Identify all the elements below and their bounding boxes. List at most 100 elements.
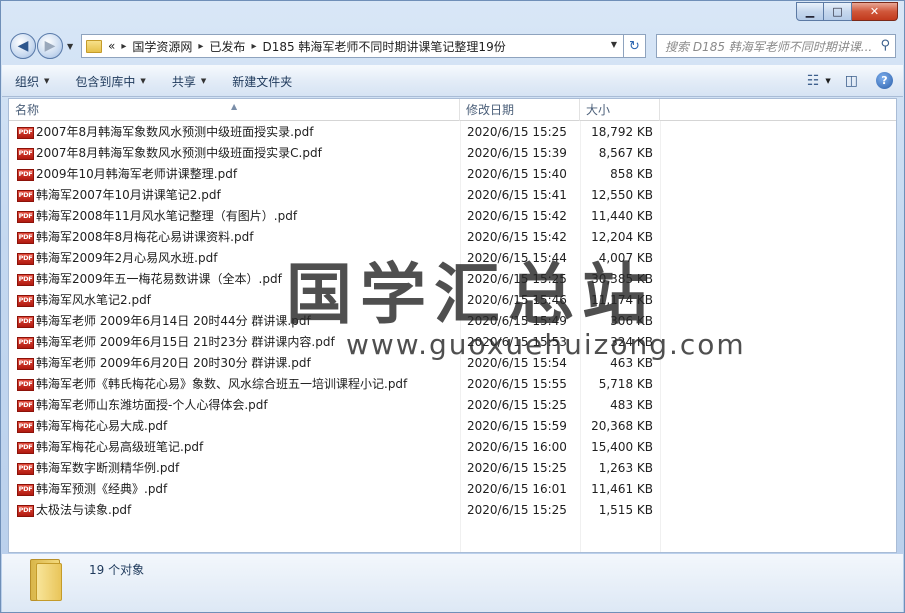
column-header-name[interactable]: 名称 ▲ (9, 99, 460, 121)
file-row[interactable]: PDF 韩海军2009年五一梅花易数讲课（全本）.pdf 2020/6/15 15:… (9, 269, 896, 290)
preview-pane-icon[interactable]: ◫ (845, 73, 858, 89)
file-modified-date: 2020/6/15 15:46 (467, 293, 567, 307)
breadcrumb-separator-icon[interactable]: ▸ (121, 41, 126, 52)
back-button[interactable]: ◀ (10, 33, 36, 59)
file-modified-date: 2020/6/15 15:39 (467, 146, 567, 160)
file-size: 18,792 KB (591, 125, 653, 139)
file-name-cell[interactable]: PDF 韩海军风水笔记2.pdf (17, 290, 151, 311)
chevron-down-icon: ▼ (200, 77, 207, 85)
file-row[interactable]: PDF 韩海军2009年2月心易风水班.pdf 2020/6/15 15:44 4,0… (9, 248, 896, 269)
file-row[interactable]: PDF 韩海军2008年11月风水笔记整理（有图片）.pdf 2020/6/15 1… (9, 206, 896, 227)
breadcrumb-item[interactable]: D185 韩海军老师不同时期讲课笔记整理19份 (262, 38, 505, 55)
command-bar: 组织 ▼ 包含到库中 ▼ 共享 ▼ 新建文件夹 ☷ ▼ ◫ ? (2, 65, 903, 97)
column-header-size[interactable]: 大小 (580, 99, 660, 121)
search-placeholder: 搜索 D185 韩海军老师不同时期讲课... (665, 39, 873, 54)
file-modified-date: 2020/6/15 15:59 (467, 419, 567, 433)
file-modified-date: 2020/6/15 15:42 (467, 230, 567, 244)
file-name-cell[interactable]: PDF 韩海军2007年10月讲课笔记2.pdf (17, 185, 221, 206)
file-name-cell[interactable]: PDF 韩海军老师 2009年6月14日 20时44分 群讲课.pdf (17, 311, 311, 332)
file-name-cell[interactable]: PDF 韩海军预测《经典》.pdf (17, 479, 167, 500)
minimize-button[interactable]: ▁ (796, 2, 824, 21)
file-name: 韩海军老师《韩氏梅花心易》象数、风水综合班五一培训课程小记.pdf (36, 377, 408, 391)
recent-pages-dropdown[interactable]: ▼ (67, 42, 73, 51)
file-modified-date: 2020/6/15 15:25 (467, 125, 567, 139)
file-name-cell[interactable]: PDF 韩海军2009年五一梅花易数讲课（全本）.pdf (17, 269, 282, 290)
file-name-cell[interactable]: PDF 韩海军梅花心易大成.pdf (17, 416, 167, 437)
maximize-button[interactable]: □ (824, 2, 852, 21)
file-row[interactable]: PDF 韩海军梅花心易高级班笔记.pdf 2020/6/15 16:00 15,400… (9, 437, 896, 458)
file-name: 韩海军2007年10月讲课笔记2.pdf (36, 188, 221, 202)
file-modified-date: 2020/6/15 15:25 (467, 398, 567, 412)
file-name-cell[interactable]: PDF 韩海军老师 2009年6月15日 21时23分 群讲课内容.pdf (17, 332, 335, 353)
help-icon[interactable]: ? (876, 72, 893, 89)
address-dropdown-icon[interactable]: ▼ (611, 40, 617, 49)
forward-button[interactable]: ▶ (37, 33, 63, 59)
share-menu[interactable]: 共享 ▼ (159, 66, 219, 96)
search-input[interactable]: 搜索 D185 韩海军老师不同时期讲课... ⚲ (656, 34, 896, 58)
file-modified-date: 2020/6/15 15:44 (467, 251, 567, 265)
file-row[interactable]: PDF 韩海军2008年8月梅花心易讲课资料.pdf 2020/6/15 15:42… (9, 227, 896, 248)
address-overflow-icon[interactable]: « (108, 39, 115, 53)
item-count: 19 个对象 (89, 563, 145, 577)
file-name-cell[interactable]: PDF 韩海军数字断测精华例.pdf (17, 458, 179, 479)
file-modified-date: 2020/6/15 15:25 (467, 272, 567, 286)
folder-icon (86, 39, 102, 53)
file-row[interactable]: PDF 韩海军预测《经典》.pdf 2020/6/15 16:01 11,461 KB (9, 479, 896, 500)
pdf-file-icon: PDF (17, 420, 34, 433)
file-row[interactable]: PDF 韩海军风水笔记2.pdf 2020/6/15 15:46 11,174 KB (9, 290, 896, 311)
file-name: 韩海军2009年2月心易风水班.pdf (36, 251, 218, 265)
pdf-file-icon: PDF (17, 336, 34, 349)
file-size: 463 KB (610, 356, 653, 370)
view-options-icon[interactable]: ☷ (807, 73, 820, 89)
file-list: 名称 ▲ 修改日期 大小 PDF 2007年8月韩海军象数风水预测中级班面授实录.p… (8, 98, 897, 553)
chevron-down-icon: ▼ (44, 77, 50, 85)
address-bar[interactable]: « ▸ 国学资源网 ▸ 已发布 ▸ D185 韩海军老师不同时期讲课笔记整理19… (81, 34, 624, 58)
chevron-down-icon[interactable]: ▼ (825, 77, 830, 85)
include-in-library-menu[interactable]: 包含到库中 ▼ (62, 66, 158, 96)
breadcrumb-item[interactable]: 国学资源网 (132, 38, 192, 55)
file-row[interactable]: PDF 韩海军老师 2009年6月20日 20时30分 群讲课.pdf 2020/6… (9, 353, 896, 374)
organize-menu[interactable]: 组织 ▼ (2, 66, 62, 96)
file-name-cell[interactable]: PDF 2007年8月韩海军象数风水预测中级班面授实录.pdf (17, 122, 313, 143)
file-name-cell[interactable]: PDF 韩海军2008年11月风水笔记整理（有图片）.pdf (17, 206, 297, 227)
file-name: 2007年8月韩海军象数风水预测中级班面授实录.pdf (36, 125, 314, 139)
file-row[interactable]: PDF 太极法与读象.pdf 2020/6/15 15:25 1,515 KB (9, 500, 896, 521)
search-icon[interactable]: ⚲ (880, 38, 890, 53)
file-row[interactable]: PDF 韩海军2007年10月讲课笔记2.pdf 2020/6/15 15:41 12… (9, 185, 896, 206)
file-size: 483 KB (610, 398, 653, 412)
file-row[interactable]: PDF 韩海军梅花心易大成.pdf 2020/6/15 15:59 20,368 KB (9, 416, 896, 437)
file-name-cell[interactable]: PDF 韩海军梅花心易高级班笔记.pdf (17, 437, 203, 458)
file-size: 20,368 KB (591, 419, 653, 433)
file-name-cell[interactable]: PDF 2009年10月韩海军老师讲课整理.pdf (17, 164, 237, 185)
file-row[interactable]: PDF 2009年10月韩海军老师讲课整理.pdf 2020/6/15 15:40 8… (9, 164, 896, 185)
file-modified-date: 2020/6/15 15:25 (467, 503, 567, 517)
file-name-cell[interactable]: PDF 韩海军老师山东潍坊面授-个人心得体会.pdf (17, 395, 268, 416)
new-folder-button[interactable]: 新建文件夹 (219, 66, 305, 96)
file-name-cell[interactable]: PDF 韩海军老师 2009年6月20日 20时30分 群讲课.pdf (17, 353, 311, 374)
close-button[interactable]: ✕ (852, 2, 898, 21)
file-name-cell[interactable]: PDF 韩海军老师《韩氏梅花心易》象数、风水综合班五一培训课程小记.pdf (17, 374, 407, 395)
file-row[interactable]: PDF 2007年8月韩海军象数风水预测中级班面授实录.pdf 2020/6/15 … (9, 122, 896, 143)
file-name: 太极法与读象.pdf (36, 503, 132, 517)
file-name-cell[interactable]: PDF 韩海军2008年8月梅花心易讲课资料.pdf (17, 227, 253, 248)
breadcrumb-separator-icon[interactable]: ▸ (251, 41, 256, 52)
file-row[interactable]: PDF 韩海军数字断测精华例.pdf 2020/6/15 15:25 1,263 KB (9, 458, 896, 479)
file-row[interactable]: PDF 韩海军老师 2009年6月15日 21时23分 群讲课内容.pdf 2020… (9, 332, 896, 353)
file-name-cell[interactable]: PDF 韩海军2009年2月心易风水班.pdf (17, 248, 217, 269)
refresh-icon: ↻ (629, 38, 640, 54)
file-modified-date: 2020/6/15 15:42 (467, 209, 567, 223)
breadcrumb-item[interactable]: 已发布 (209, 38, 245, 55)
file-row[interactable]: PDF 2007年8月韩海军象数风水预测中级班面授实录C.pdf 2020/6/15… (9, 143, 896, 164)
file-name-cell[interactable]: PDF 2007年8月韩海军象数风水预测中级班面授实录C.pdf (17, 143, 322, 164)
column-header-modified[interactable]: 修改日期 (460, 99, 580, 121)
file-row[interactable]: PDF 韩海军老师《韩氏梅花心易》象数、风水综合班五一培训课程小记.pdf 2020… (9, 374, 896, 395)
refresh-button[interactable]: ↻ (624, 34, 646, 58)
file-size: 324 KB (610, 335, 653, 349)
file-size: 11,174 KB (591, 293, 653, 307)
file-row[interactable]: PDF 韩海军老师山东潍坊面授-个人心得体会.pdf 2020/6/15 15:25… (9, 395, 896, 416)
file-name-cell[interactable]: PDF 太极法与读象.pdf (17, 500, 131, 521)
file-size: 858 KB (610, 167, 653, 181)
pdf-file-icon: PDF (17, 189, 34, 202)
file-row[interactable]: PDF 韩海军老师 2009年6月14日 20时44分 群讲课.pdf 2020/6… (9, 311, 896, 332)
breadcrumb-separator-icon[interactable]: ▸ (198, 41, 203, 52)
